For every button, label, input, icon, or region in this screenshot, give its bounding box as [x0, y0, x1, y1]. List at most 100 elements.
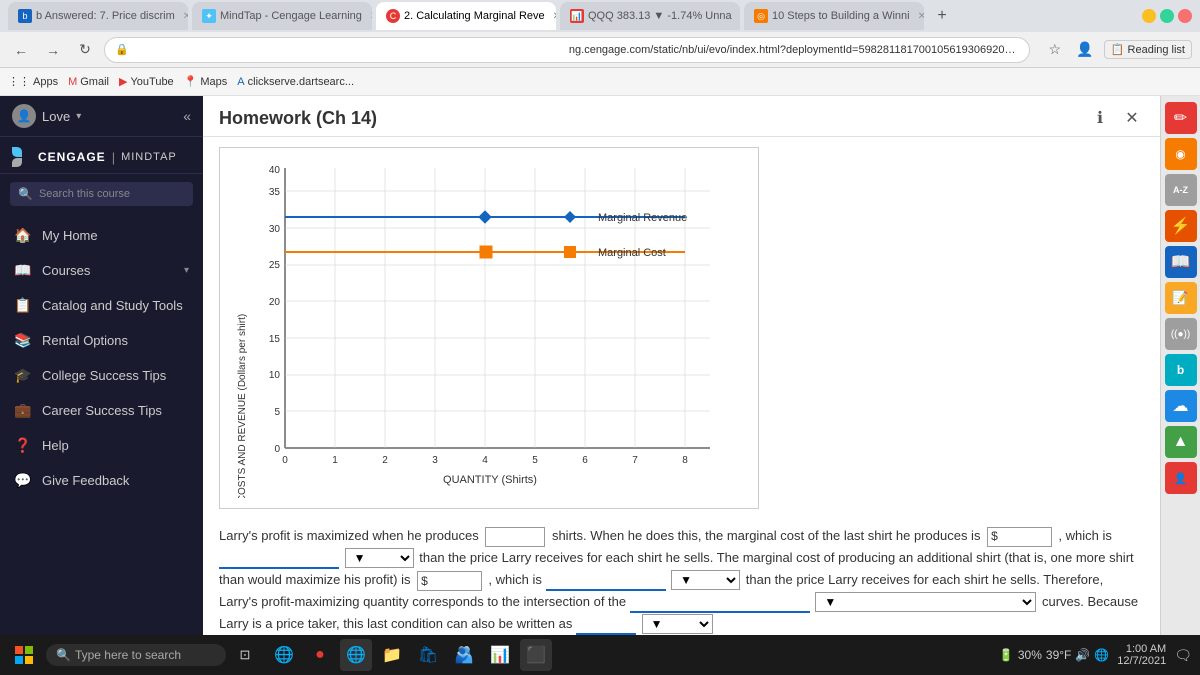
cloud-button[interactable]: ☁ [1165, 390, 1197, 422]
gmail-label: Gmail [80, 76, 109, 88]
problem-text-1: Larry's profit is maximized when he prod… [219, 528, 479, 543]
sidebar-item-home[interactable]: 🏠 My Home [0, 218, 203, 253]
berge-button[interactable]: b [1165, 354, 1197, 386]
pencil-button[interactable]: ✏ [1165, 102, 1197, 134]
tab-5-close[interactable]: ✕ [918, 11, 924, 22]
taskbar-app-edge[interactable]: 🌐 [268, 639, 300, 671]
sidebar-item-catalog[interactable]: 📋 Catalog and Study Tools [0, 288, 203, 323]
info-button[interactable]: ℹ [1088, 106, 1112, 130]
bolt-button[interactable]: ⚡ [1165, 210, 1197, 242]
forward-button[interactable]: → [40, 37, 66, 63]
sidebar-college-label: College Success Tips [42, 368, 189, 383]
gmail-icon: M [68, 76, 77, 88]
az-button[interactable]: A-Z [1165, 174, 1197, 206]
close-content-button[interactable]: ✕ [1120, 106, 1144, 130]
tab-3-close[interactable]: ✕ [553, 11, 556, 22]
svg-text:2: 2 [382, 455, 388, 466]
star-button[interactable]: ☆ [1042, 37, 1068, 63]
tab-2[interactable]: ✦ MindTap - Cengage Learning ✕ [192, 2, 372, 30]
sidebar-item-feedback[interactable]: 💬 Give Feedback [0, 463, 203, 498]
book-button[interactable]: 📖 [1165, 246, 1197, 278]
svg-text:30: 30 [269, 224, 281, 235]
legend-mr-label: Marginal Revenue [598, 212, 687, 224]
problem-text-5: , which is [488, 572, 541, 587]
reading-list-button[interactable]: 📋 Reading list [1104, 40, 1192, 59]
tab-3[interactable]: C 2. Calculating Marginal Reve ✕ [376, 2, 556, 30]
dollar-input-2[interactable]: $ [417, 571, 482, 591]
apps-icon: ⋮⋮ [8, 75, 30, 88]
start-button[interactable] [8, 639, 40, 671]
sidebar-item-help[interactable]: ❓ Help [0, 428, 203, 463]
tab-3-label: 2. Calculating Marginal Reve [404, 10, 545, 22]
tab-4[interactable]: 📊 QQQ 383.13 ▼ -1.74% Unna ✕ [560, 2, 740, 30]
task-view-button[interactable]: ⊡ [232, 642, 258, 668]
dropdown-2[interactable]: ▼ less greater equal [671, 570, 740, 590]
lock-icon: 🔒 [115, 43, 565, 56]
taskbar-app-chrome[interactable]: ● [304, 639, 336, 671]
reload-button[interactable]: ↻ [72, 37, 98, 63]
dollar-input-1[interactable]: $ [987, 527, 1052, 547]
last-button[interactable]: 👤 [1165, 462, 1197, 494]
tab-1[interactable]: b b Answered: 7. Price discrim ✕ [8, 2, 188, 30]
tab-2-close[interactable]: ✕ [370, 11, 372, 22]
mc-additional-input[interactable] [428, 574, 478, 588]
youtube-label: YouTube [130, 76, 173, 88]
sidebar-item-college[interactable]: 🎓 College Success Tips [0, 358, 203, 393]
legend-mc-label: Marginal Cost [598, 247, 666, 259]
quantity-input[interactable] [485, 527, 545, 547]
taskbar-app-other2[interactable]: ⬛ [520, 639, 552, 671]
taskbar-search-box[interactable]: 🔍 Type here to search [46, 644, 226, 666]
taskbar-right: 🔋 30% 39°F 🔊 🌐 1:00 AM 12/7/2021 🗨 [999, 643, 1192, 667]
mc-value-input[interactable] [998, 530, 1048, 544]
svg-text:4: 4 [482, 455, 488, 466]
dropdown-1[interactable]: ▼ less greater equal [345, 548, 414, 568]
user-menu[interactable]: 👤 Love ▾ [12, 104, 81, 128]
sidebar-rental-label: Rental Options [42, 333, 189, 348]
title-bar: b b Answered: 7. Price discrim ✕ ✦ MindT… [0, 0, 1200, 32]
svg-text:15: 15 [269, 334, 281, 345]
info-icon: ℹ [1097, 108, 1103, 128]
tab-5[interactable]: ◎ 10 Steps to Building a Winni ✕ [744, 2, 924, 30]
bookmark-gmail[interactable]: M Gmail [68, 76, 109, 88]
sidebar-item-career[interactable]: 💼 Career Success Tips [0, 393, 203, 428]
sidebar-item-courses[interactable]: 📖 Courses ▾ [0, 253, 203, 288]
taskbar-app-teams[interactable]: 🫂 [448, 639, 480, 671]
blank-4 [576, 619, 636, 635]
sidebar-logo: CENGAGE | MINDTAP [0, 137, 203, 174]
bookmark-apps[interactable]: ⋮⋮ Apps [8, 75, 58, 88]
dropdown-4[interactable]: ▼ P = MC P = MR [642, 614, 713, 634]
sidebar-search[interactable]: 🔍 Search this course [10, 182, 193, 206]
tab-5-label: 10 Steps to Building a Winni [772, 10, 910, 22]
svg-text:35: 35 [269, 187, 281, 198]
svg-text:20: 20 [269, 297, 281, 308]
maps-button[interactable]: ▲ [1165, 426, 1197, 458]
tab-1-close[interactable]: ✕ [183, 11, 188, 22]
courses-arrow-icon: ▾ [184, 265, 189, 276]
minimize-button[interactable] [1142, 9, 1156, 23]
tab-4-favicon: 📊 [570, 9, 584, 23]
search-icon: 🔍 [18, 187, 33, 201]
taskbar-app-edge2[interactable]: 🌐 [340, 639, 372, 671]
sidebar-collapse-button[interactable]: « [183, 108, 191, 124]
sidebar-item-rental[interactable]: 📚 Rental Options [0, 323, 203, 358]
dropdown-3[interactable]: ▼ marginal cost and marginal revenue sup… [815, 592, 1036, 612]
note-button[interactable]: 📝 [1165, 282, 1197, 314]
close-button[interactable] [1178, 9, 1192, 23]
back-button[interactable]: ← [8, 37, 34, 63]
taskbar-app-other[interactable]: 📊 [484, 639, 516, 671]
maximize-button[interactable] [1160, 9, 1174, 23]
bookmark-youtube[interactable]: ▶ YouTube [119, 75, 174, 88]
bookmark-maps[interactable]: 📍 Maps [184, 75, 228, 88]
notification-icon[interactable]: 🗨 [1174, 647, 1192, 664]
cengage-label: CENGAGE [38, 150, 106, 164]
feedback-icon: 💬 [14, 472, 32, 489]
address-bar[interactable]: 🔒 ng.cengage.com/static/nb/ui/evo/index.… [104, 37, 1030, 63]
wifi-button[interactable]: ((●)) [1165, 318, 1197, 350]
taskbar-app-store[interactable]: 🛍 [412, 639, 444, 671]
rss-button[interactable]: ◉ [1165, 138, 1197, 170]
user-dropdown-icon: ▾ [76, 111, 81, 122]
taskbar-app-file[interactable]: 📁 [376, 639, 408, 671]
profile-button[interactable]: 👤 [1072, 37, 1098, 63]
new-tab-button[interactable]: + [928, 2, 956, 30]
bookmark-click[interactable]: A clickserve.dartsearc... [237, 76, 354, 88]
